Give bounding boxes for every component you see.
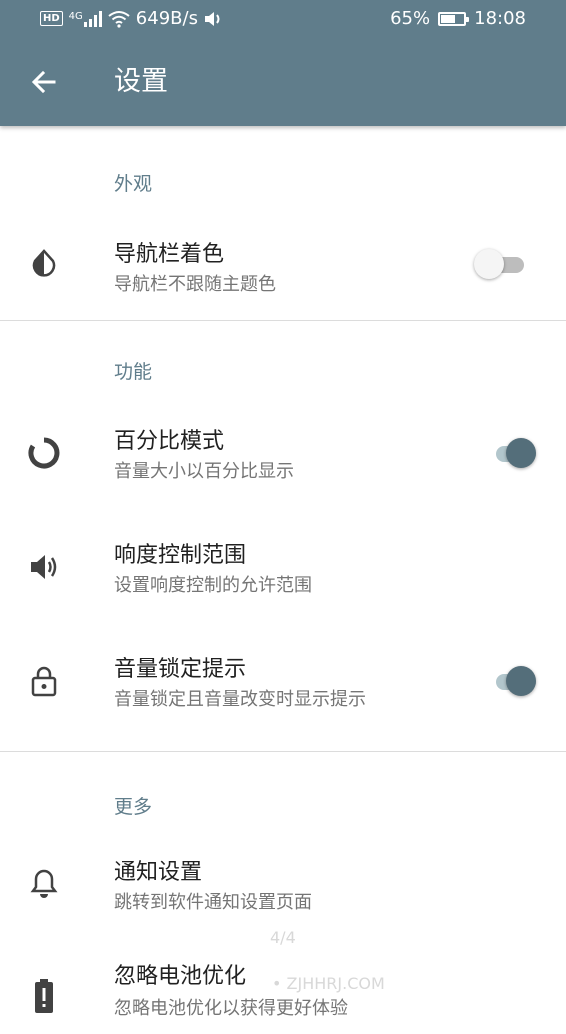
donut-icon — [28, 437, 60, 469]
setting-title: 音量锁定提示 — [114, 657, 247, 682]
battery-percent: 65% — [390, 8, 431, 29]
clock: 18:08 — [474, 8, 526, 29]
setting-title: 导航栏着色 — [114, 242, 225, 267]
section-header-appearance: 外观 — [114, 173, 153, 195]
volume-icon — [28, 551, 60, 583]
setting-title: 百分比模式 — [114, 429, 225, 454]
setting-loudness-range[interactable]: 响度控制范围 设置响度控制的允许范围 — [0, 529, 566, 643]
setting-battery-opt[interactable]: 忽略电池优化 忽略电池优化以获得更好体验 — [0, 960, 566, 1034]
volume-lock-tip-switch[interactable] — [484, 665, 536, 697]
settings-list: 外观 导航栏着色 导航栏不跟随主题色 功能 百分比模式 音量大小以百分比显示 响… — [0, 126, 566, 1034]
setting-subtitle: 音量锁定且音量改变时显示提示 — [114, 689, 366, 710]
switch-thumb — [506, 666, 536, 696]
network-speed: 649B/s — [135, 8, 198, 29]
arrow-back-icon — [31, 70, 56, 94]
wifi-icon — [108, 10, 130, 28]
switch-thumb — [506, 438, 536, 468]
setting-nav-tint[interactable]: 导航栏着色 导航栏不跟随主题色 — [0, 226, 566, 320]
invert-colors-icon — [28, 248, 60, 280]
status-right: 65% 18:08 — [390, 8, 526, 29]
page-indicator: 4/4 — [270, 928, 296, 947]
setting-subtitle: 忽略电池优化以获得更好体验 — [114, 998, 348, 1019]
switch-thumb — [474, 249, 504, 279]
percent-mode-switch[interactable] — [484, 437, 536, 469]
setting-subtitle: 跳转到软件通知设置页面 — [114, 892, 312, 913]
bell-icon — [28, 868, 60, 900]
lock-icon — [28, 665, 60, 697]
setting-subtitle: 设置响度控制的允许范围 — [114, 575, 312, 596]
page-title: 设置 — [114, 66, 168, 97]
signal-icon: 4G — [68, 10, 102, 27]
battery-fill — [441, 14, 456, 23]
setting-subtitle: 音量大小以百分比显示 — [114, 461, 294, 482]
setting-title: 通知设置 — [114, 860, 203, 885]
watermark-text: • ZJHHRJ.COM — [272, 974, 385, 993]
setting-title: 忽略电池优化 — [114, 964, 247, 989]
setting-percent-mode[interactable]: 百分比模式 音量大小以百分比显示 — [0, 415, 566, 529]
setting-title: 响度控制范围 — [114, 543, 247, 568]
volume-status-icon — [204, 11, 220, 26]
app-bar: HD 4G 649B/s 65% 18:08 设置 — [0, 0, 566, 126]
back-button[interactable] — [26, 64, 62, 100]
nav-tint-switch[interactable] — [474, 248, 536, 280]
battery-icon — [438, 11, 470, 26]
section-header-more: 更多 — [114, 796, 153, 818]
setting-subtitle: 导航栏不跟随主题色 — [114, 274, 276, 295]
setting-volume-lock-tip[interactable]: 音量锁定提示 音量锁定且音量改变时显示提示 — [0, 643, 566, 751]
section-header-function: 功能 — [114, 361, 153, 383]
status-bar: HD 4G 649B/s 65% 18:08 — [0, 0, 566, 40]
hd-badge: HD — [40, 11, 63, 26]
status-left: HD 4G 649B/s — [40, 8, 224, 29]
signal-bars-icon — [83, 10, 102, 27]
battery-alert-icon — [28, 979, 60, 1013]
network-type: 4G — [68, 10, 83, 22]
